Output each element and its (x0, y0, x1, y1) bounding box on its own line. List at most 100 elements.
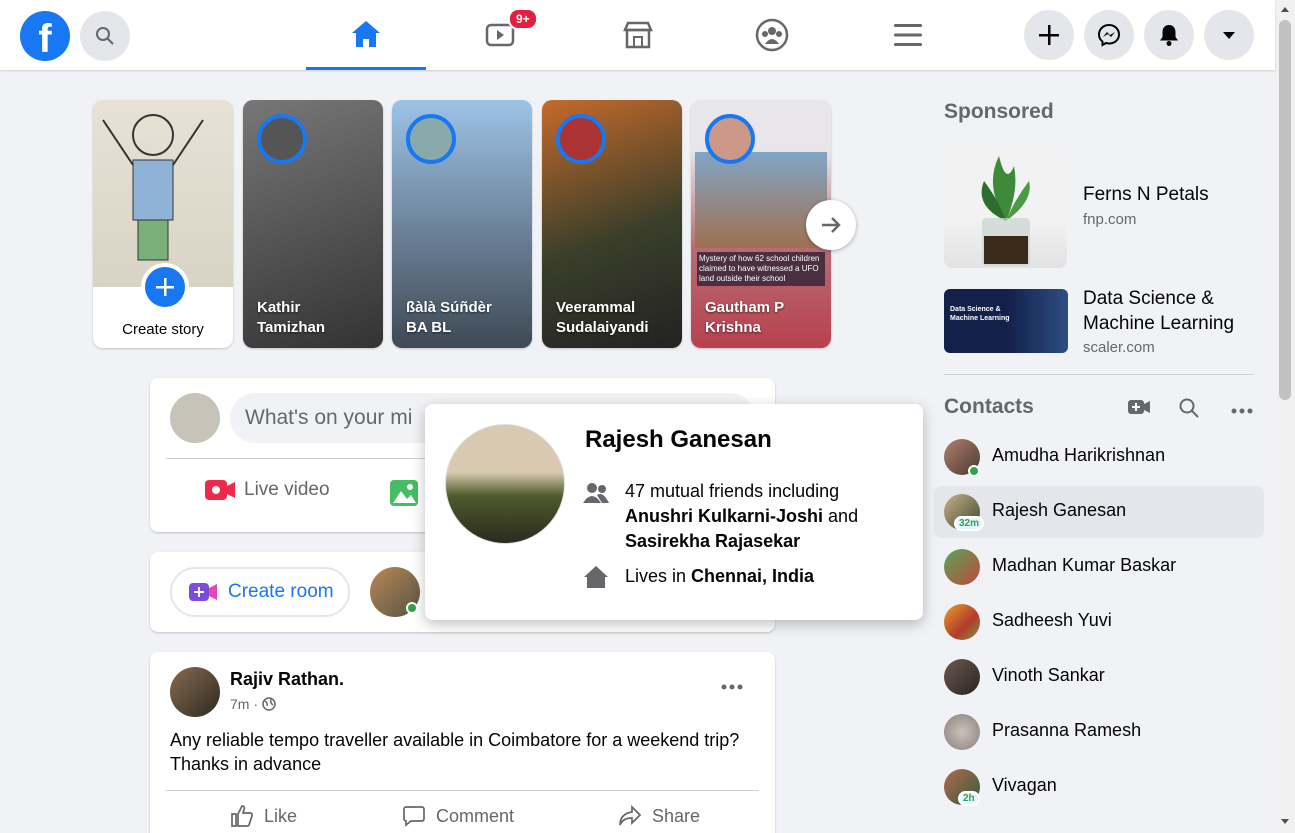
hovercard-name[interactable]: Rajesh Ganesan (585, 426, 772, 454)
create-button[interactable] (1024, 10, 1074, 60)
facebook-logo[interactable]: f (20, 11, 70, 61)
city-link[interactable]: Chennai, India (691, 566, 814, 586)
globe-icon (262, 697, 276, 711)
live-video-label: Live video (244, 479, 330, 500)
ad-thumb-text: Data Science & Machine Learning (950, 306, 1010, 322)
post-options-button[interactable] (720, 678, 744, 696)
contact-name: Prasanna Ramesh (992, 720, 1142, 740)
groups-icon (755, 18, 789, 52)
contact-item[interactable]: Madhan Kumar Baskar (934, 541, 1264, 593)
contact-item[interactable]: 2h Vivagan (934, 761, 1264, 813)
marketplace-icon (623, 21, 653, 49)
top-navigation-bar: f 9+ (0, 0, 1275, 70)
create-room-button[interactable]: Create room (170, 567, 350, 617)
contact-item[interactable]: Sadheesh Yuvi (934, 596, 1264, 648)
tab-watch[interactable]: 9+ (440, 0, 560, 70)
search-icon (1179, 398, 1199, 418)
contact-name: Rajesh Ganesan (992, 500, 1127, 520)
contact-name: Amudha Harikrishnan (992, 445, 1166, 465)
last-active-time: 32m (954, 516, 985, 531)
story-news-caption: Mystery of how 62 school children claime… (697, 252, 825, 286)
tab-home[interactable] (306, 0, 426, 70)
contact-item[interactable]: Vinoth Sankar (934, 651, 1264, 703)
story-card[interactable]: Kathir Tamizhan (243, 100, 383, 348)
plus-icon (1039, 25, 1059, 45)
story-author: ßàlà Súñdèr BA BL (406, 299, 492, 336)
story-avatar (705, 114, 755, 164)
new-room-button[interactable] (1127, 397, 1151, 422)
scroll-up-icon[interactable] (1280, 5, 1290, 13)
contacts-options-button[interactable] (1230, 402, 1254, 420)
share-button[interactable]: Share (618, 804, 700, 828)
divider (166, 790, 759, 791)
arrow-right-icon (822, 217, 841, 233)
feed-post: Rajiv Rathan. 7m · Any reliable tempo tra… (150, 652, 775, 833)
create-room-label: Create room (228, 581, 334, 602)
share-label: Share (652, 805, 701, 826)
more-icon (1231, 408, 1253, 414)
story-author: Veerammal Sudalaiyandi (556, 299, 649, 336)
page-scrollbar[interactable] (1275, 0, 1295, 833)
divider (944, 374, 1254, 375)
scrollbar-thumb[interactable] (1279, 20, 1291, 400)
contact-item[interactable]: Prasanna Ramesh (934, 706, 1264, 758)
like-button[interactable]: Like (230, 804, 297, 828)
story-avatar (556, 114, 606, 164)
ad-image (944, 146, 1067, 268)
tab-menu[interactable] (848, 0, 968, 70)
photo-video-button[interactable] (388, 478, 420, 513)
contact-item[interactable]: 32m Rajesh Ganesan (934, 486, 1264, 538)
ad-domain: fnp.com (1083, 211, 1137, 228)
story-avatar (257, 114, 307, 164)
search-button[interactable] (80, 11, 130, 61)
like-label: Like (264, 805, 298, 826)
story-photo (93, 100, 233, 287)
stories-next-button[interactable] (806, 200, 856, 250)
contact-avatar (944, 604, 980, 640)
ad-domain: scaler.com (1083, 339, 1155, 356)
online-indicator (406, 602, 418, 614)
story-card[interactable]: ßàlà Súñdèr BA BL (392, 100, 532, 348)
post-author-name[interactable]: Rajiv Rathan. (230, 669, 344, 690)
story-author: Gautham P Krishna (705, 299, 784, 336)
add-story-button[interactable] (141, 263, 189, 311)
scroll-down-icon[interactable] (1280, 818, 1290, 826)
mutual-friend-link[interactable]: Sasirekha Rajasekar (625, 531, 800, 551)
more-icon (721, 684, 743, 690)
conjunction: and (828, 506, 859, 526)
comment-icon (403, 806, 425, 827)
hovercard-avatar[interactable] (445, 424, 565, 544)
hamburger-menu-icon (894, 24, 922, 46)
story-card[interactable]: Veerammal Sudalaiyandi (542, 100, 682, 348)
contact-avatar (944, 549, 980, 585)
caret-down-icon (1223, 32, 1235, 39)
post-author-avatar[interactable] (170, 667, 220, 717)
search-contacts-button[interactable] (1178, 397, 1200, 424)
post-time[interactable]: 7m (230, 696, 249, 712)
tab-marketplace[interactable] (578, 0, 698, 70)
comment-button[interactable]: Comment (402, 804, 514, 828)
notifications-button[interactable] (1144, 10, 1194, 60)
video-plus-icon (1128, 400, 1150, 414)
sponsored-ad[interactable]: Data Science & Machine Learning Data Sci… (934, 282, 1254, 362)
home-icon (352, 20, 380, 47)
post-meta: 7m · (230, 696, 276, 712)
contact-item[interactable]: Amudha Harikrishnan (934, 431, 1264, 483)
last-active-time: 2h (958, 791, 980, 806)
lives-in-text: Lives in Chennai, India (625, 566, 814, 587)
contact-name: Vivagan (992, 775, 1057, 795)
messenger-button[interactable] (1084, 10, 1134, 60)
friends-icon (583, 483, 609, 503)
user-avatar[interactable] (170, 393, 220, 443)
ad-title: Ferns N Petals (1083, 184, 1209, 205)
sponsored-ad[interactable]: Ferns N Petals fnp.com (934, 140, 1254, 274)
account-menu-button[interactable] (1204, 10, 1254, 60)
live-video-button[interactable]: Live video (204, 478, 330, 502)
tab-groups[interactable] (712, 0, 832, 70)
sponsored-heading: Sponsored (944, 100, 1054, 123)
lives-in-prefix: Lives in (625, 566, 687, 586)
home-icon (584, 566, 608, 588)
mutual-friend-link[interactable]: Anushri Kulkarni-Joshi (625, 506, 823, 526)
ad-image: Data Science & Machine Learning (944, 289, 1068, 353)
create-story-card[interactable]: Create story (93, 100, 233, 348)
